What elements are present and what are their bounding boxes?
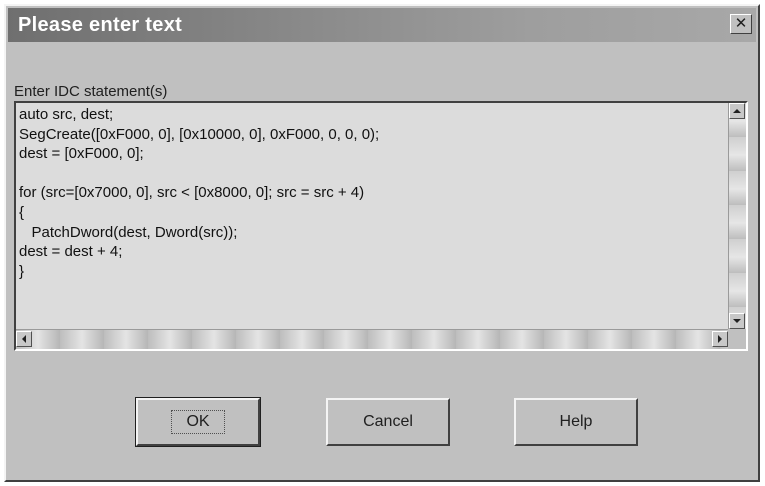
idc-dialog: Please enter text ✕ Enter IDC statement(… [4,4,760,482]
horizontal-scrollbar[interactable] [16,329,728,349]
code-line: for (src=[0x7000, 0], src < [0x8000, 0];… [19,184,365,202]
code-line: dest = [0xF000, 0]; [19,145,144,163]
title-bar[interactable]: Please enter text ✕ [8,8,756,42]
code-line: PatchDword(dest, Dword(src)); [19,223,238,241]
scroll-left-button[interactable] [16,331,32,347]
arrow-down-icon [733,319,741,323]
code-line: dest = dest + 4; [19,243,123,261]
code-line: { [19,203,25,221]
ok-button[interactable]: OK [135,397,261,447]
arrow-up-icon [733,109,741,113]
cancel-button-label: Cancel [363,413,413,430]
scroll-right-button[interactable] [712,331,728,347]
code-line: auto src, dest; [19,106,114,123]
help-button[interactable]: Help [514,398,638,446]
code-line: } [19,262,25,280]
arrow-right-icon [718,335,722,343]
close-icon: ✕ [734,15,748,32]
code-text-area[interactable]: auto src, dest; SegCreate([0xF000, 0], [… [16,103,728,329]
close-button[interactable]: ✕ [730,14,752,34]
vertical-scrollbar[interactable] [728,103,746,329]
cancel-button[interactable]: Cancel [326,398,450,446]
idc-statement-editor[interactable]: auto src, dest; SegCreate([0xF000, 0], [… [14,101,748,351]
arrow-left-icon [22,335,26,343]
scroll-down-button[interactable] [729,313,745,329]
ok-button-label: OK [171,410,225,434]
dialog-title: Please enter text [18,14,183,36]
help-button-label: Help [559,413,593,430]
scrollbar-corner [728,329,746,349]
scroll-up-button[interactable] [729,103,745,119]
code-line: SegCreate([0xF000, 0], [0x10000, 0], 0xF… [19,125,380,143]
prompt-label: Enter IDC statement(s) [14,83,168,100]
